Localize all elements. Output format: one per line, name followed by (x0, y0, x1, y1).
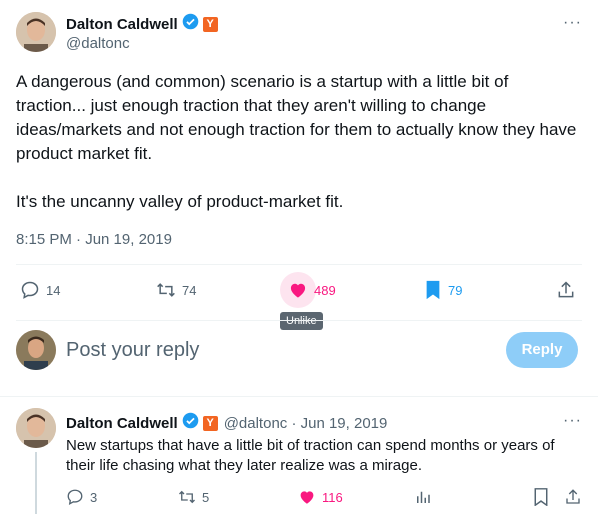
verified-badge-icon (182, 412, 199, 434)
reply-input[interactable]: Post your reply (66, 339, 199, 362)
divider (16, 264, 582, 265)
divider (16, 320, 582, 321)
reply-icon (21, 281, 39, 299)
reply-action[interactable]: 14 (20, 280, 60, 300)
reply-author-avatar[interactable] (16, 408, 56, 448)
like-count: 489 (314, 282, 336, 298)
reply-more-options-icon[interactable]: ··· (563, 412, 582, 430)
author-name[interactable]: Dalton Caldwell (66, 16, 178, 33)
heart-filled-icon (290, 283, 306, 298)
reply-like-action[interactable]: 116 (298, 488, 343, 506)
reply-like-count: 116 (322, 489, 343, 505)
ycombinator-badge-icon[interactable]: Y (202, 415, 218, 431)
tweet-text: A dangerous (and common) scenario is a s… (16, 70, 582, 214)
like-action[interactable]: 489 (288, 280, 336, 300)
reply-bookmark-icon[interactable] (533, 488, 549, 511)
user-avatar[interactable] (16, 330, 56, 370)
author-avatar[interactable] (16, 12, 56, 52)
reply-button[interactable]: Reply (506, 332, 578, 368)
reply-text: New startups that have a little bit of t… (66, 437, 555, 474)
retweet-icon (157, 283, 175, 297)
tweet-paragraph-1: A dangerous (and common) scenario is a s… (16, 72, 577, 163)
share-icon[interactable] (556, 280, 576, 305)
tweet-paragraph-2: It's the uncanny valley of product-marke… (16, 192, 344, 211)
bookmark-action[interactable]: 79 (424, 280, 462, 300)
section-separator (0, 396, 598, 397)
unlike-tooltip: Unlike (280, 312, 323, 330)
reply-retweet-count: 5 (202, 489, 210, 505)
retweet-action[interactable]: 74 (156, 280, 196, 300)
author-line: Dalton Caldwell Y (66, 13, 218, 35)
ycombinator-badge-icon[interactable]: Y (202, 16, 218, 32)
bookmark-count: 79 (448, 282, 463, 298)
verified-badge-icon (182, 13, 199, 35)
retweet-icon (179, 490, 195, 504)
tweet-timestamp[interactable]: 8:15 PM · Jun 19, 2019 (16, 231, 172, 248)
reply-count: 14 (46, 282, 61, 298)
views-icon[interactable] (414, 488, 432, 511)
reply-icon (67, 489, 83, 505)
reply-share-icon[interactable] (564, 488, 582, 511)
reply-reply-count: 3 (90, 489, 98, 505)
heart-filled-icon (300, 491, 314, 504)
reply-retweet-action[interactable]: 5 (178, 488, 209, 506)
bookmark-filled-icon (426, 280, 440, 300)
reply-handle-date[interactable]: @daltonc · Jun 19, 2019 (224, 415, 388, 432)
reply-author-name[interactable]: Dalton Caldwell (66, 415, 178, 432)
reply-reply-action[interactable]: 3 (66, 488, 97, 506)
retweet-count: 74 (182, 282, 197, 298)
author-handle[interactable]: @daltonc (66, 35, 130, 52)
thread-line (35, 452, 37, 514)
reply-author-line: Dalton Caldwell Y @daltonc · Jun 19, 201… (66, 412, 387, 434)
more-options-icon[interactable]: ··· (563, 14, 582, 32)
